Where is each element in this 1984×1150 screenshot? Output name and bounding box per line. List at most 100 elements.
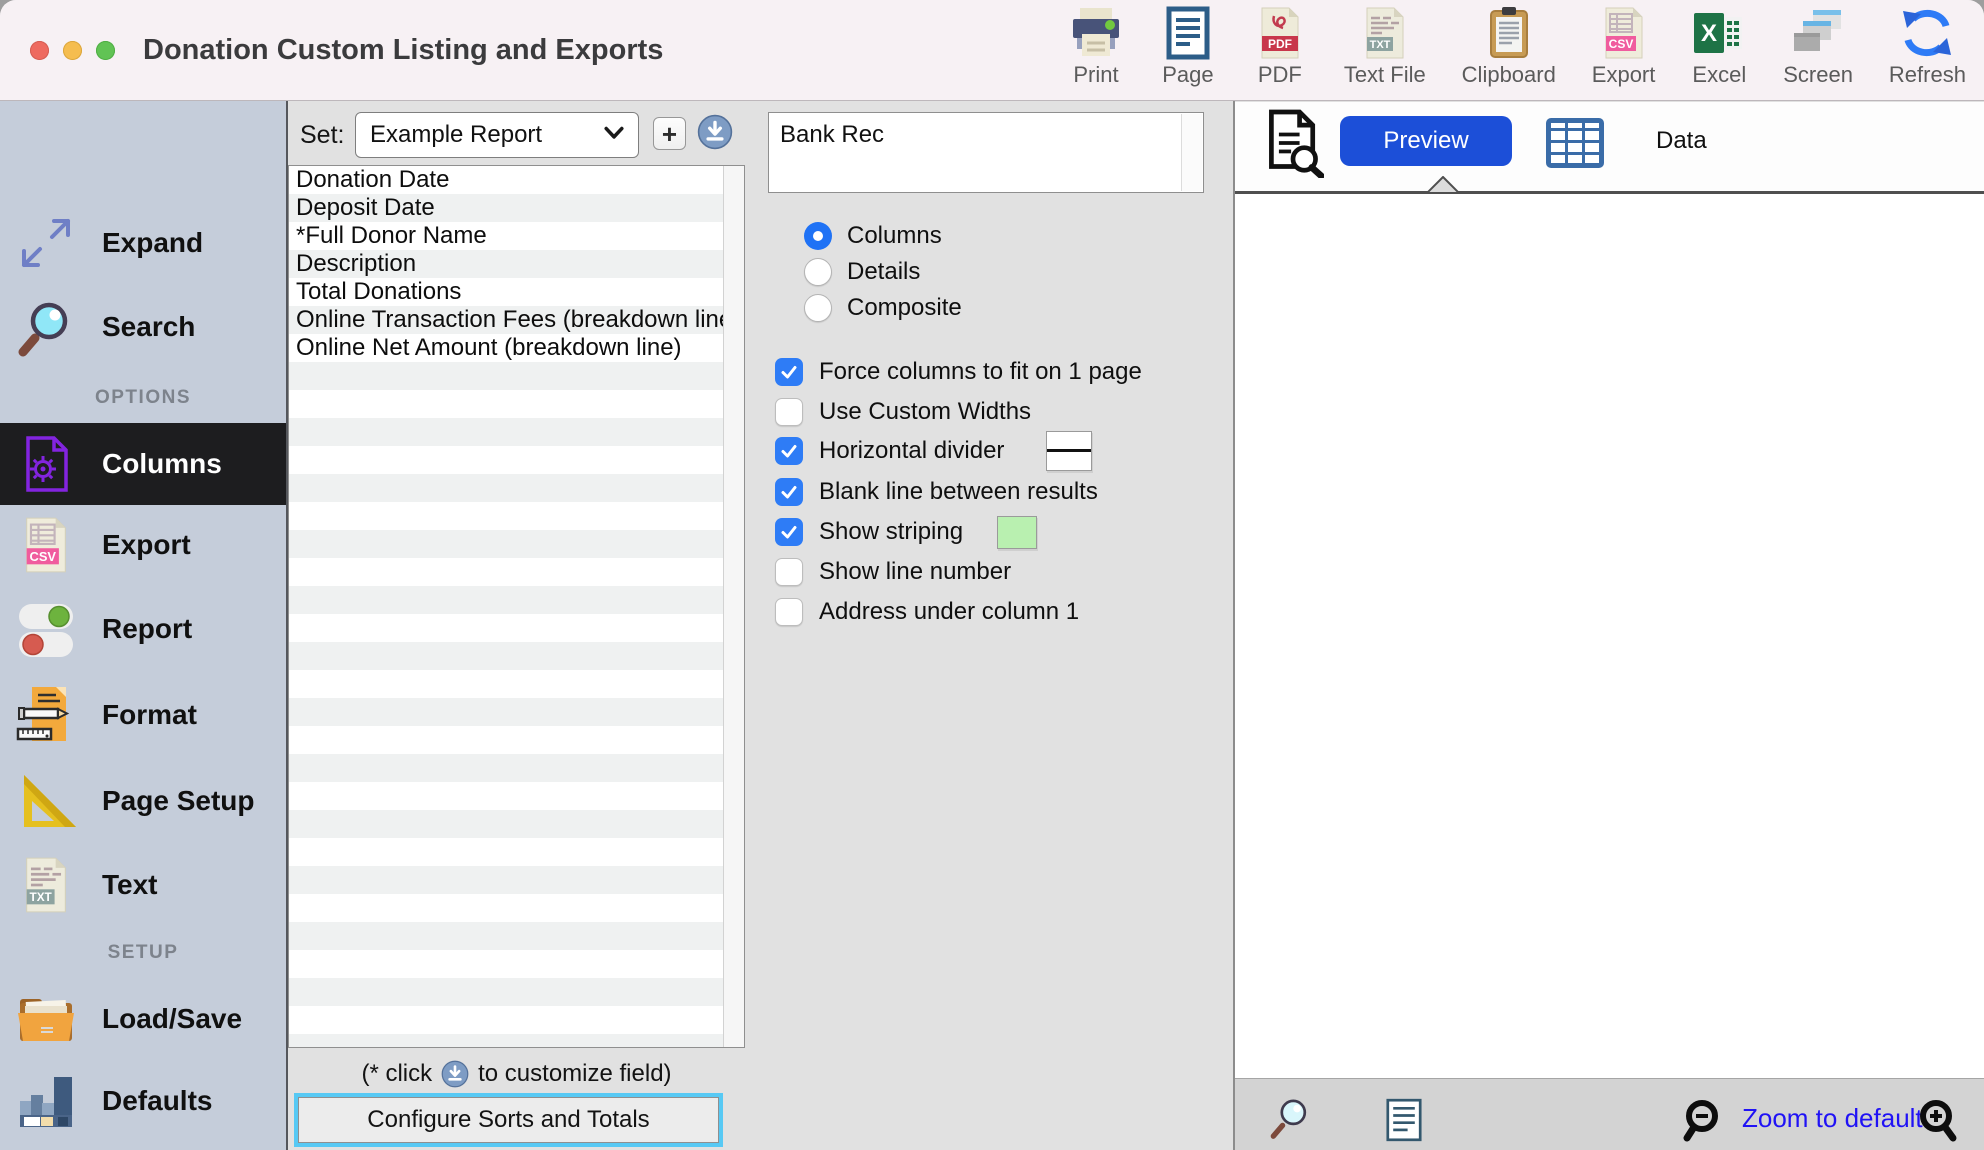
- excel-button[interactable]: X Excel: [1691, 5, 1747, 99]
- report-title-scrollbar[interactable]: [1181, 114, 1202, 191]
- field-list-scrollbar[interactable]: [723, 166, 744, 1047]
- checkmark-icon: [775, 518, 803, 546]
- divider-style-swatch[interactable]: [1046, 431, 1092, 471]
- report-title-input[interactable]: Bank Rec: [768, 112, 1204, 193]
- customize-hint: (* click to customize field): [288, 1058, 745, 1090]
- checkbox-horizontal-divider[interactable]: Horizontal divider: [775, 431, 1092, 471]
- sidebar-item-report[interactable]: Report: [0, 597, 286, 661]
- checkmark-icon: [775, 437, 803, 465]
- checkbox-custom-widths[interactable]: Use Custom Widths: [775, 392, 1031, 432]
- csv-file-icon: CSV: [1596, 5, 1652, 61]
- screen-button[interactable]: Screen: [1783, 5, 1853, 99]
- expand-icon: [14, 211, 78, 275]
- search-preview-button[interactable]: [1268, 1094, 1314, 1145]
- checkbox-empty-icon: [775, 398, 803, 426]
- sidebar-item-expand[interactable]: Expand: [0, 211, 286, 275]
- checkbox-empty-icon: [775, 598, 803, 626]
- sidebar-item-page-setup[interactable]: Page Setup: [0, 769, 286, 833]
- pdf-button[interactable]: PDF PDF: [1252, 5, 1308, 99]
- magnifier-icon: [1268, 1127, 1314, 1144]
- radio-off-icon: [804, 294, 832, 322]
- toolbar: Print Page PDF PDF TXT Text File Clipboa…: [1068, 5, 1966, 99]
- field-row[interactable]: Online Net Amount (breakdown line): [289, 334, 723, 362]
- add-set-button[interactable]: +: [653, 117, 686, 150]
- sidebar-item-defaults[interactable]: Defaults: [0, 1069, 286, 1133]
- sidebar-item-search[interactable]: Search: [0, 295, 286, 359]
- chevron-down-icon: [604, 126, 624, 145]
- checkmark-icon: [775, 478, 803, 506]
- export-csv-button[interactable]: CSV Export: [1592, 5, 1656, 99]
- svg-text:TXT: TXT: [29, 890, 52, 904]
- format-doc-icon: [14, 683, 78, 747]
- svg-text:CSV: CSV: [1608, 37, 1633, 51]
- download-circle-icon: [697, 137, 733, 154]
- zoom-to-default-link[interactable]: Zoom to default: [1742, 1096, 1923, 1140]
- page-button[interactable]: Page: [1160, 5, 1216, 99]
- download-circle-icon: [441, 1060, 469, 1088]
- radio-off-icon: [804, 258, 832, 286]
- clipboard-button[interactable]: Clipboard: [1462, 5, 1556, 99]
- field-row[interactable]: Deposit Date: [289, 194, 723, 222]
- clipboard-icon: [1481, 5, 1537, 61]
- set-dropdown-value: Example Report: [370, 121, 604, 149]
- print-button[interactable]: Print: [1068, 5, 1124, 99]
- sidebar-item-format[interactable]: Format: [0, 683, 286, 747]
- tab-preview[interactable]: Preview: [1340, 116, 1512, 166]
- set-dropdown[interactable]: Example Report: [355, 112, 639, 158]
- field-row[interactable]: Online Transaction Fees (breakdown line): [289, 306, 723, 334]
- folder-icon: [14, 987, 78, 1051]
- configure-sorts-totals-button[interactable]: Configure Sorts and Totals: [298, 1097, 719, 1143]
- checkbox-address-column1[interactable]: Address under column 1: [775, 592, 1079, 632]
- sidebar-section-options: OPTIONS: [0, 387, 286, 409]
- text-view-button[interactable]: [1386, 1098, 1422, 1147]
- field-row[interactable]: *Full Donor Name: [289, 222, 723, 250]
- sidebar: Expand Search OPTIONS Columns CSV Export…: [0, 101, 288, 1150]
- svg-text:X: X: [1701, 20, 1717, 47]
- csv-file-icon: CSV: [14, 513, 78, 577]
- customize-field-button[interactable]: [697, 114, 733, 150]
- refresh-button[interactable]: Refresh: [1889, 5, 1966, 99]
- preview-tab-label: Preview: [1383, 127, 1468, 155]
- sidebar-item-load-save[interactable]: Load/Save: [0, 987, 286, 1051]
- svg-text:TXT: TXT: [1369, 39, 1390, 51]
- configure-button-label: Configure Sorts and Totals: [367, 1106, 649, 1134]
- excel-icon: X: [1691, 5, 1747, 61]
- text-file-button[interactable]: TXT Text File: [1344, 5, 1426, 99]
- tab-data[interactable]: Data: [1656, 116, 1707, 166]
- radio-composite[interactable]: Composite: [804, 290, 962, 326]
- txt-file-icon: TXT: [14, 853, 78, 917]
- field-row[interactable]: Donation Date: [289, 166, 723, 194]
- preview-canvas: [1235, 194, 1984, 1078]
- search-icon: [14, 295, 78, 359]
- checkbox-force-fit[interactable]: Force columns to fit on 1 page: [775, 352, 1142, 392]
- svg-text:CSV: CSV: [30, 549, 57, 564]
- striping-color-swatch[interactable]: [997, 516, 1037, 549]
- checkbox-blank-line[interactable]: Blank line between results: [775, 472, 1098, 512]
- zoom-window-icon[interactable]: [96, 41, 115, 60]
- plus-icon: +: [662, 121, 677, 147]
- title-bar: Donation Custom Listing and Exports Prin…: [0, 0, 1984, 101]
- zoom-in-icon: [1912, 1131, 1958, 1148]
- checkbox-line-number[interactable]: Show line number: [775, 552, 1011, 592]
- field-row[interactable]: Total Donations: [289, 278, 723, 306]
- field-row[interactable]: Description: [289, 250, 723, 278]
- set-label: Set:: [300, 112, 344, 158]
- checkbox-show-striping[interactable]: Show striping: [775, 512, 1037, 552]
- printer-icon: [1068, 5, 1124, 61]
- checkbox-empty-icon: [775, 558, 803, 586]
- zoom-in-button[interactable]: [1912, 1098, 1958, 1149]
- refresh-icon: [1899, 5, 1955, 61]
- sidebar-item-export[interactable]: CSV Export: [0, 513, 286, 577]
- sidebar-section-setup: SETUP: [0, 942, 286, 964]
- pdf-file-icon: PDF: [1252, 5, 1308, 61]
- hint-prefix: (* click: [361, 1060, 432, 1088]
- minimize-window-icon[interactable]: [63, 41, 82, 60]
- sidebar-item-columns[interactable]: Columns: [0, 423, 286, 505]
- close-window-icon[interactable]: [30, 41, 49, 60]
- radio-columns[interactable]: Columns: [804, 218, 942, 254]
- radio-details[interactable]: Details: [804, 254, 920, 290]
- set-square-icon: [14, 769, 78, 833]
- hint-suffix: to customize field): [478, 1060, 671, 1088]
- zoom-out-button[interactable]: [1682, 1098, 1728, 1149]
- sidebar-item-text[interactable]: TXT Text: [0, 853, 286, 917]
